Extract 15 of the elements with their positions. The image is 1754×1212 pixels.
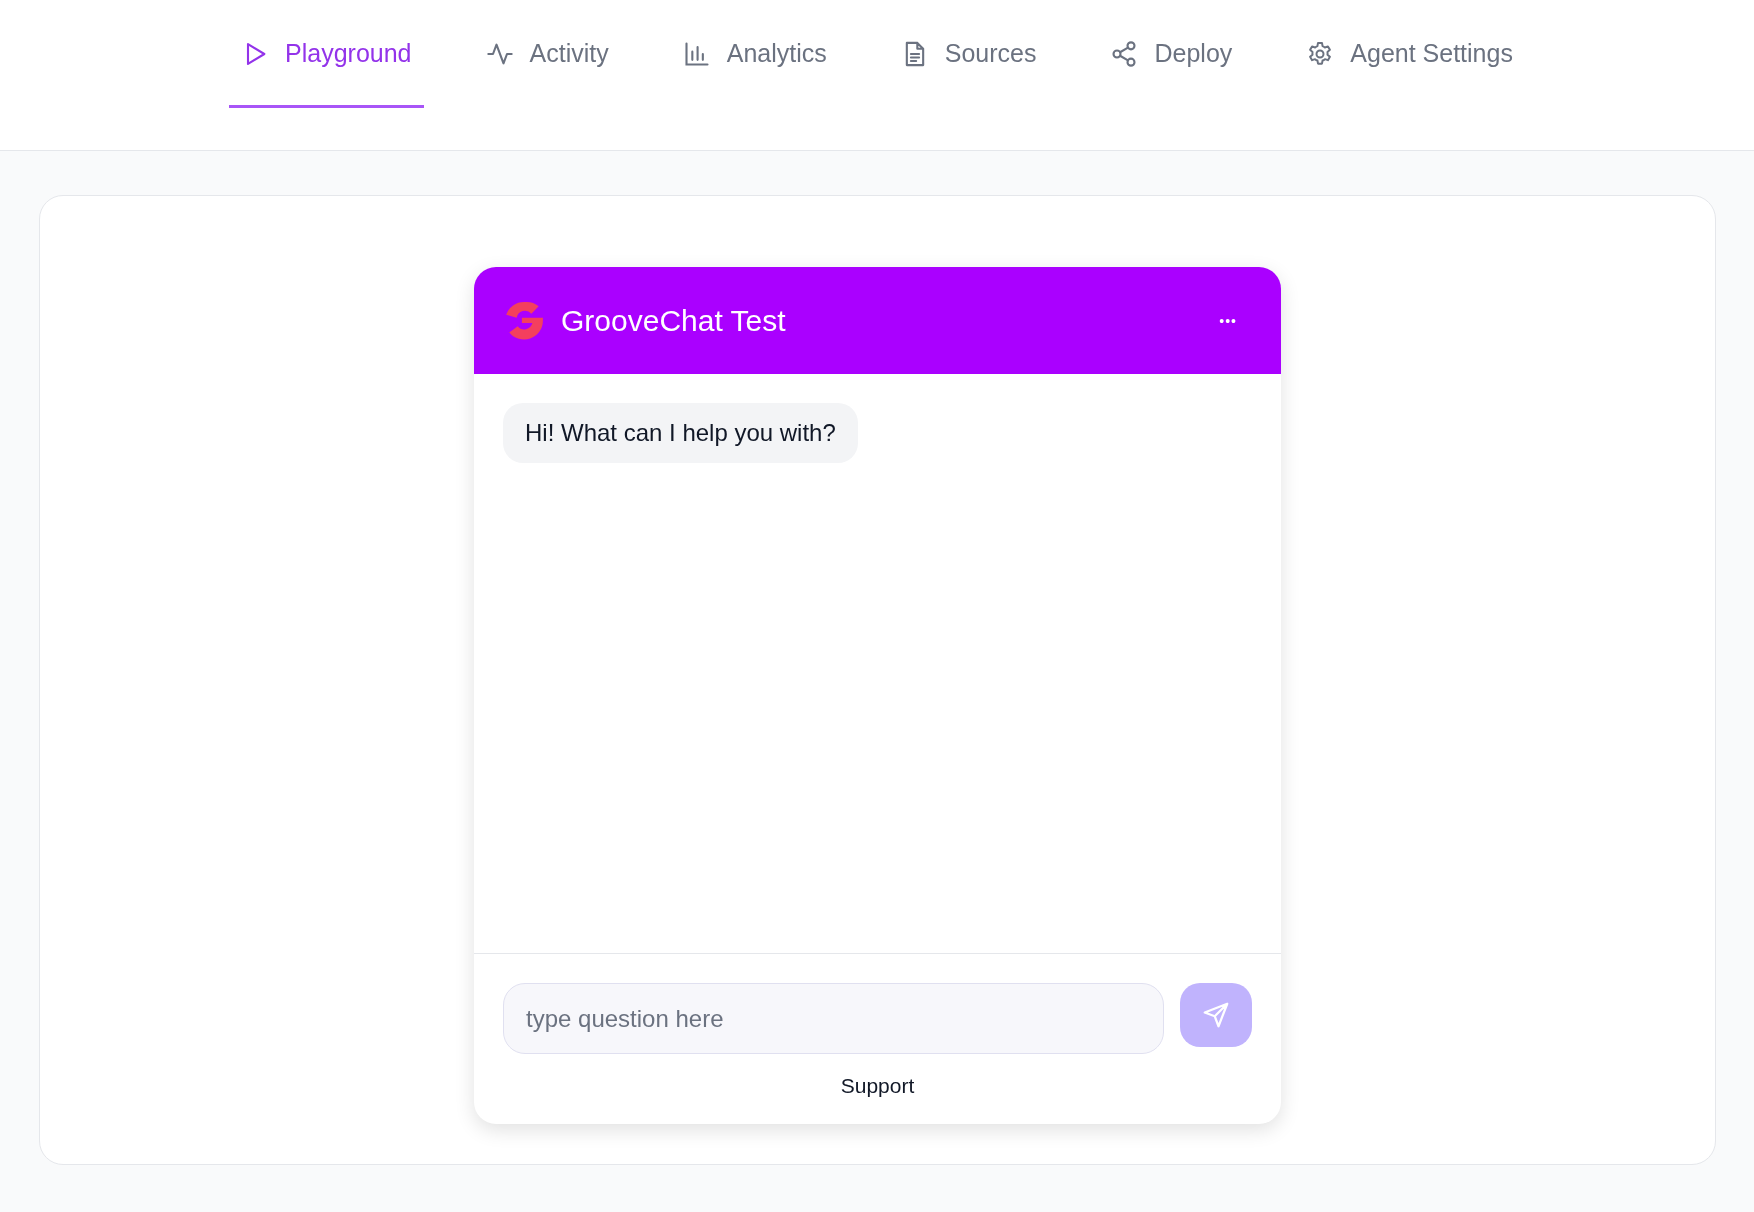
nav-tab[interactable]: Sources: [888, 2, 1049, 108]
send-icon: [1201, 1000, 1231, 1030]
support-link[interactable]: Support: [840, 1074, 915, 1098]
send-button[interactable]: [1180, 983, 1252, 1047]
nav-tab[interactable]: Agent Settings: [1294, 2, 1525, 108]
more-button[interactable]: •••: [1215, 308, 1241, 333]
nav-tab[interactable]: Deploy: [1098, 2, 1245, 108]
question-field[interactable]: type question here: [503, 983, 1164, 1054]
logo-icon: [503, 299, 545, 342]
message-bubble: Hi! What can I help you with?: [503, 403, 858, 463]
nav-tab[interactable]: Playground: [229, 2, 424, 108]
nav-tab[interactable]: Analytics: [670, 2, 839, 108]
bar-chart-icon: [682, 39, 711, 68]
chat-title: GrooveChat Test: [561, 303, 787, 338]
nav-tab[interactable]: Activity: [473, 2, 621, 108]
